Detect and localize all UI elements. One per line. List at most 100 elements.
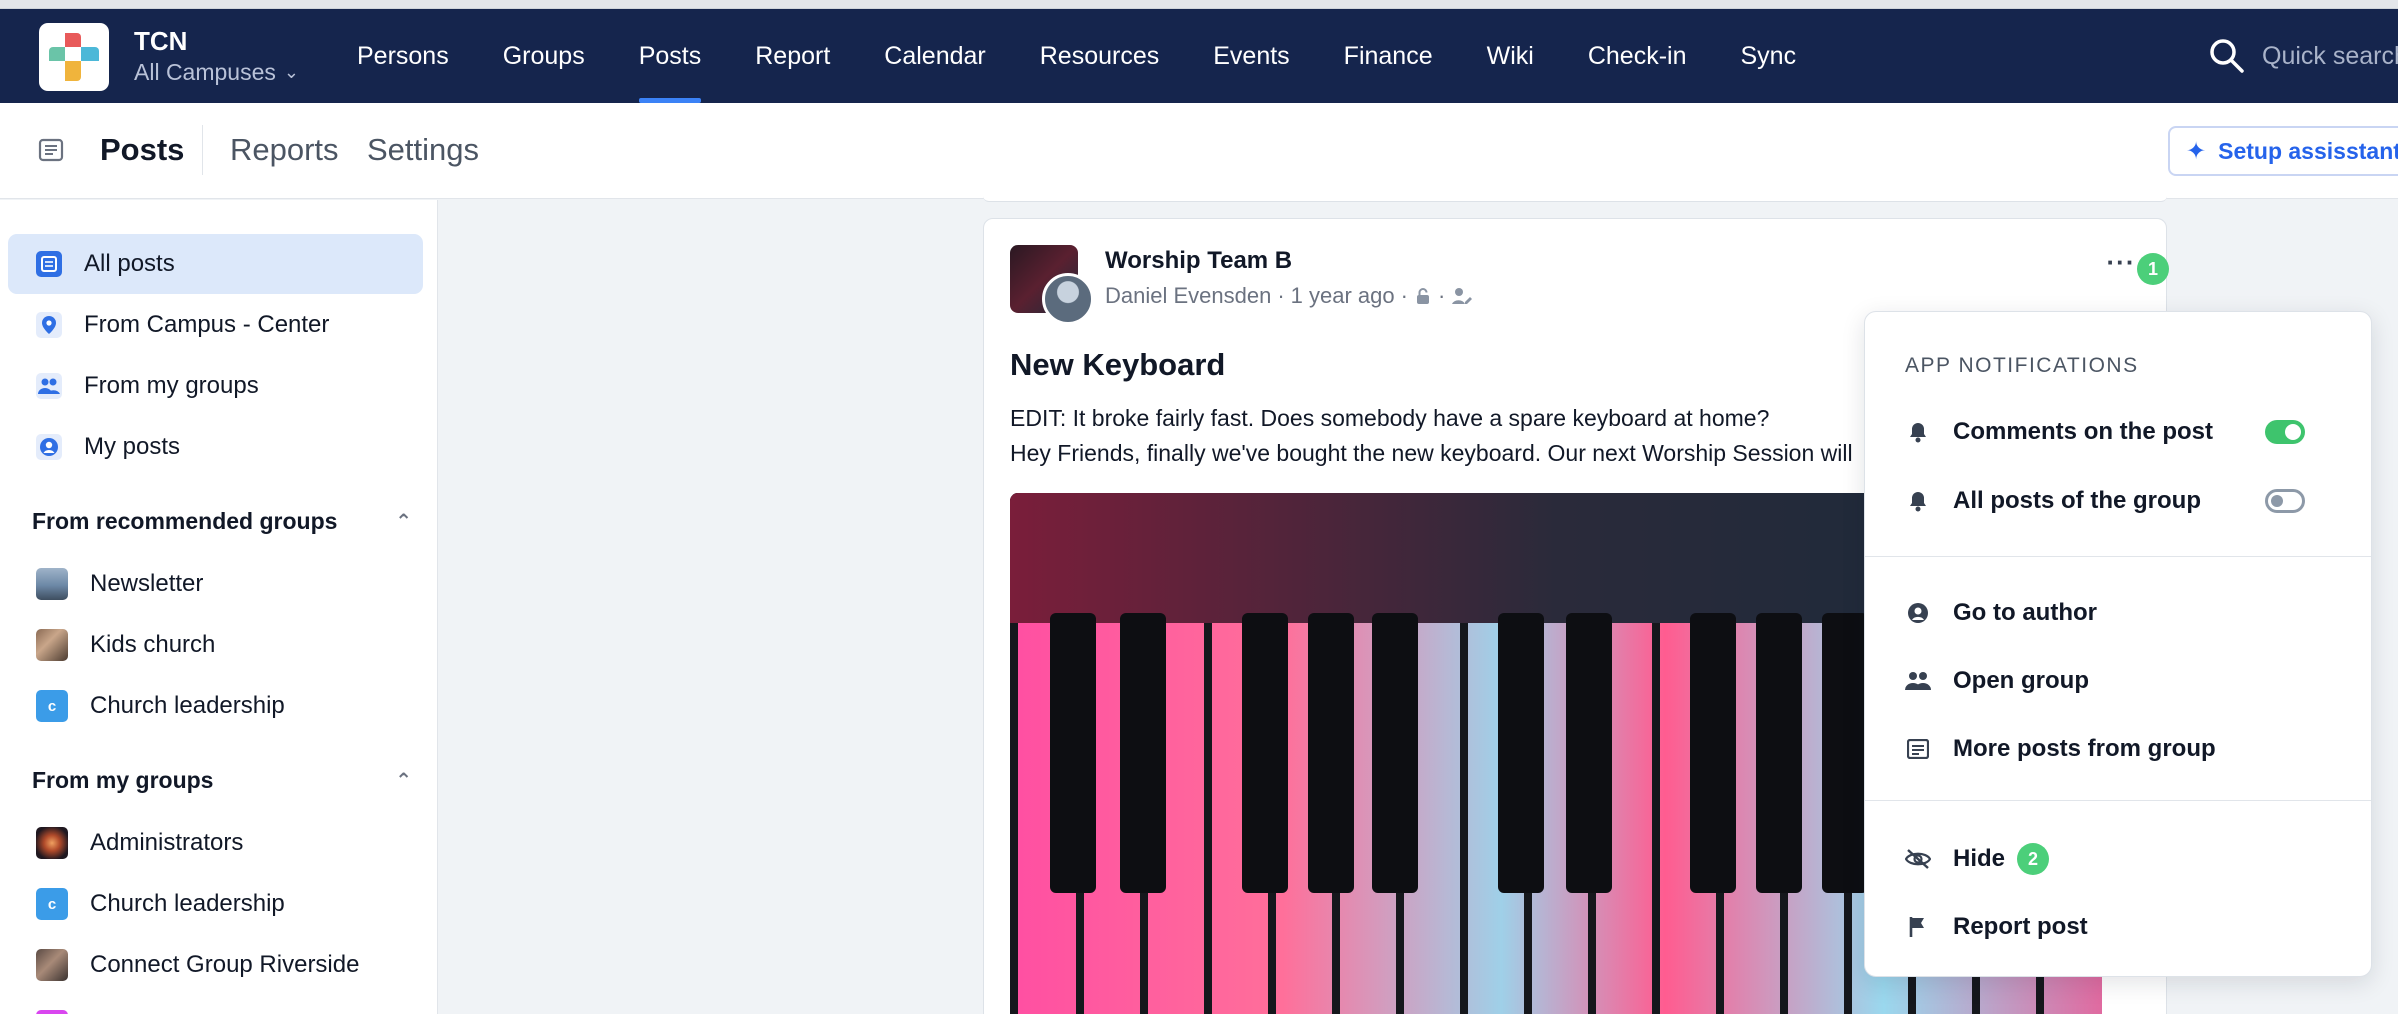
sidebar-item-label: Kids church: [90, 631, 216, 658]
menu-item-label: More posts from group: [1953, 735, 2216, 762]
section-my-groups[interactable]: From my groups ⌃: [32, 767, 412, 794]
organization-name: TCN: [134, 26, 188, 56]
nav-item-posts[interactable]: Posts: [612, 9, 729, 103]
eye-off-icon: [1905, 846, 1931, 872]
post-time: 1 year ago: [1290, 283, 1395, 308]
church-cross-logo-icon: [49, 33, 99, 81]
sidebar-item-label: Newsletter: [90, 570, 204, 597]
lock-icon: [1416, 288, 1429, 304]
bell-icon: [1905, 419, 1931, 445]
people-icon: [36, 373, 62, 399]
tab-settings[interactable]: Settings: [367, 132, 479, 168]
sidebar-item-label: All posts: [84, 250, 175, 277]
browser-top-strip: [0, 0, 2398, 9]
sidebar-item-my-posts[interactable]: My posts: [8, 417, 423, 477]
tab-reports[interactable]: Reports: [230, 132, 339, 168]
flag-icon: [1905, 914, 1931, 940]
nav-item-wiki[interactable]: Wiki: [1460, 9, 1561, 103]
menu-item-label: Hide: [1953, 845, 2006, 872]
posts-icon: [1905, 736, 1931, 762]
sidebar-item-label: Church leadership: [90, 890, 285, 917]
sidebar-item-label: Connect Group Riverside: [90, 951, 360, 978]
sidebar-item-partial[interactable]: [8, 996, 423, 1014]
setup-assistant-label: Setup assisstant: [2218, 137, 2398, 164]
page-title: Posts: [100, 132, 185, 167]
sidebar-item-from-campus[interactable]: From Campus - Center: [8, 295, 423, 355]
sidebar-item-administrators[interactable]: Administrators: [8, 813, 423, 873]
post-title: New Keyboard: [1010, 347, 1226, 382]
bell-icon: [1905, 488, 1931, 514]
toggle-comments-on-post[interactable]: Comments on the post: [1905, 412, 2345, 452]
meta-separator: ·: [1400, 283, 1408, 308]
menu-item-open-group[interactable]: Open group: [1905, 661, 2345, 701]
group-thumbnail: [36, 949, 68, 981]
meta-separator: ·: [1277, 283, 1285, 308]
menu-item-label: Open group: [1953, 667, 2089, 694]
quick-search-input[interactable]: Quick search: [2262, 42, 2398, 71]
nav-item-events[interactable]: Events: [1186, 9, 1316, 103]
menu-divider: [1865, 556, 2371, 557]
menu-item-go-to-author[interactable]: Go to author: [1905, 593, 2345, 633]
nav-item-check-in[interactable]: Check-in: [1561, 9, 1714, 103]
sidebar-item-kids-church[interactable]: Kids church: [8, 615, 423, 675]
sidebar-item-connect-group-riverside[interactable]: Connect Group Riverside: [8, 935, 423, 995]
menu-item-more-posts-from-group[interactable]: More posts from group: [1905, 729, 2345, 769]
setup-assistant-button[interactable]: ✦ Setup assisstant: [2168, 126, 2398, 176]
main-nav: Persons Groups Posts Report Calendar Res…: [330, 9, 1823, 103]
menu-item-label: All posts of the group: [1953, 487, 2201, 514]
section-header: Posts Reports Settings ✦ Setup assisstan…: [0, 103, 2398, 199]
group-letter-avatar: c: [36, 690, 68, 722]
location-pin-icon: [36, 312, 62, 338]
section-heading: From recommended groups: [32, 508, 338, 534]
sidebar-item-label: Administrators: [90, 829, 244, 856]
people-icon: [1905, 668, 1931, 694]
nav-item-resources[interactable]: Resources: [1013, 9, 1187, 103]
divider: [202, 125, 203, 175]
post-body: EDIT: It broke fairly fast. Does somebod…: [1010, 401, 1910, 471]
app-logo[interactable]: [39, 23, 109, 91]
previous-post-card-edge: [983, 196, 2167, 202]
post-meta: Daniel Evensden · 1 year ago · ·: [1105, 283, 1473, 309]
post-group-name[interactable]: Worship Team B: [1105, 247, 1292, 275]
nav-item-sync[interactable]: Sync: [1714, 9, 1824, 103]
posts-icon: [38, 138, 64, 162]
menu-item-label: Go to author: [1953, 599, 2097, 626]
chevron-up-icon[interactable]: ⌃: [395, 768, 412, 793]
posts-sidebar: All posts From Campus - Center From my g…: [0, 200, 438, 1014]
user-circle-icon: [1905, 600, 1931, 626]
nav-item-groups[interactable]: Groups: [476, 9, 612, 103]
nav-item-persons[interactable]: Persons: [330, 9, 476, 103]
post-options-menu: APP NOTIFICATIONS Comments on the post A…: [1864, 311, 2372, 977]
menu-heading: APP NOTIFICATIONS: [1905, 354, 2139, 377]
campus-selector[interactable]: All Campuses ⌄: [134, 59, 299, 86]
author-avatar[interactable]: [1042, 273, 1094, 325]
toggle-all-posts-of-group[interactable]: All posts of the group: [1905, 481, 2345, 521]
sidebar-item-all-posts[interactable]: All posts: [8, 234, 423, 294]
sidebar-item-church-leadership[interactable]: c Church leadership: [8, 676, 423, 736]
sidebar-item-newsletter[interactable]: Newsletter: [8, 554, 423, 614]
step-badge: 2: [2017, 843, 2050, 875]
sidebar-item-from-my-groups[interactable]: From my groups: [8, 356, 423, 416]
section-recommended-groups[interactable]: From recommended groups ⌃: [32, 508, 412, 535]
more-options-icon[interactable]: ···: [2106, 247, 2136, 277]
sidebar-item-label: From Campus - Center: [84, 311, 330, 338]
user-edit-icon: [1452, 288, 1473, 304]
menu-item-report-post[interactable]: Report post: [1905, 907, 2345, 947]
search-icon[interactable]: [2208, 37, 2246, 75]
posts-icon: [36, 251, 62, 277]
group-thumbnail: [36, 827, 68, 859]
toggle-switch-off[interactable]: [2265, 489, 2305, 513]
group-thumbnail: [36, 568, 68, 600]
chevron-up-icon[interactable]: ⌃: [395, 509, 412, 534]
sidebar-item-church-leadership-2[interactable]: c Church leadership: [8, 874, 423, 934]
menu-item-label: Comments on the post: [1953, 418, 2214, 445]
sidebar-item-label: Church leadership: [90, 692, 285, 719]
sparkle-icon: ✦: [2186, 137, 2207, 165]
chevron-down-icon: ⌄: [283, 62, 299, 82]
nav-item-calendar[interactable]: Calendar: [857, 9, 1012, 103]
toggle-switch-on[interactable]: [2265, 420, 2305, 444]
post-author[interactable]: Daniel Evensden: [1105, 283, 1271, 309]
menu-item-hide[interactable]: Hide 2: [1905, 839, 2345, 879]
nav-item-finance[interactable]: Finance: [1317, 9, 1460, 103]
nav-item-report[interactable]: Report: [728, 9, 857, 103]
